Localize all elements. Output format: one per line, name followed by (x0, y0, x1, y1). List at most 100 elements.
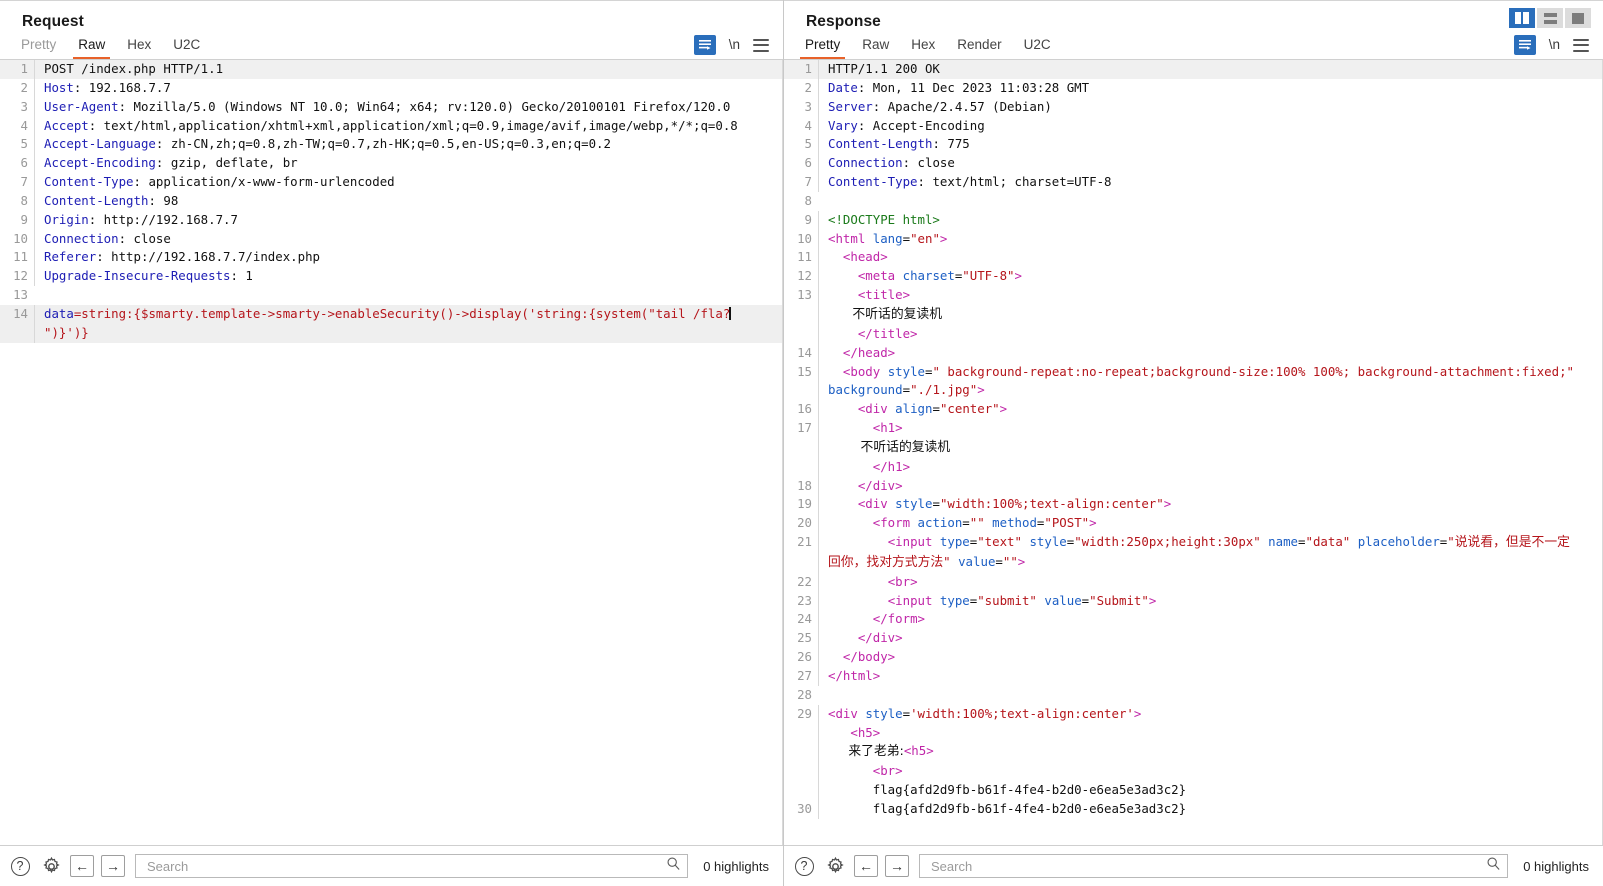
code-token: style (1021, 534, 1067, 550)
code-token: "Submit" (1089, 592, 1149, 608)
request-panel: Request Pretty Raw Hex U2C \n 1 POST /in… (0, 0, 784, 886)
response-highlight-count: 0 highlights (1523, 858, 1589, 874)
tab-request-pretty[interactable]: Pretty (10, 35, 67, 59)
word-wrap-icon[interactable] (1513, 35, 1536, 55)
code-token: </head> (828, 344, 896, 360)
code-token: Content-Length (828, 136, 933, 152)
code-line: 10 <html lang="en"> (784, 229, 1602, 249)
hamburger-menu-icon[interactable] (1573, 38, 1589, 52)
newline-toggle[interactable]: \n (1549, 38, 1560, 52)
code-token: charset (902, 268, 955, 284)
code-token: flag{afd2d9fb-b61f-4fe4-b2d0-e6ea5e3ad3c… (828, 782, 1187, 798)
hamburger-menu-icon[interactable] (753, 38, 769, 52)
code-token: " (943, 553, 951, 569)
code-token: ")}')} (44, 324, 89, 340)
code-line-content: <html lang="en"> (818, 229, 1580, 249)
code-line-content: HTTP/1.1 200 OK (818, 60, 1580, 79)
tab-response-pretty[interactable]: Pretty (794, 35, 851, 59)
tab-request-hex[interactable]: Hex (116, 35, 162, 59)
code-token: = (902, 230, 911, 246)
request-search-input[interactable] (145, 857, 667, 875)
code-line: 3 Server: Apache/2.4.57 (Debian) (784, 97, 1602, 117)
code-token: "submit" (977, 592, 1037, 608)
tab-response-hex[interactable]: Hex (900, 35, 946, 59)
tab-response-raw[interactable]: Raw (851, 35, 900, 59)
layout-single-button[interactable] (1565, 8, 1591, 28)
code-token: name (1260, 534, 1299, 550)
code-token: Connection (828, 155, 903, 171)
request-editor[interactable]: 1 POST /index.php HTTP/1.1 2 Host: 192.168.… (0, 60, 783, 845)
request-search-box[interactable] (135, 854, 689, 878)
line-number: 17 (797, 420, 812, 436)
code-token: = (932, 496, 940, 512)
code-token: "text" (977, 534, 1022, 550)
code-line-content: </head> (818, 343, 1580, 363)
code-token: > (1148, 592, 1157, 608)
line-number: 8 (804, 192, 812, 208)
help-icon[interactable]: ? (792, 854, 816, 878)
code-line-content: 不听话的复读机 (818, 437, 1580, 458)
code-line-content: Date: Mon, 11 Dec 2023 11:03:28 GMT (818, 78, 1580, 98)
gear-icon[interactable] (823, 854, 847, 878)
request-code: 1 POST /index.php HTTP/1.1 2 Host: 192.168.… (0, 60, 782, 343)
code-line: <h5> (784, 723, 1602, 743)
code-line: 6 Connection: close (784, 154, 1602, 174)
code-token: > (977, 382, 985, 398)
magnifier-icon[interactable] (666, 856, 681, 876)
code-line-content: </title> (818, 324, 1580, 344)
code-token: <div (828, 705, 866, 721)
code-line: 24 </form> (784, 610, 1602, 630)
line-number: 16 (797, 401, 812, 417)
code-token: Host (44, 79, 74, 95)
line-number: 6 (20, 155, 28, 171)
search-forward-button[interactable]: → (885, 855, 909, 877)
magnifier-icon[interactable] (1486, 856, 1501, 876)
response-search-input[interactable] (929, 857, 1487, 875)
newline-toggle[interactable]: \n (729, 38, 740, 52)
line-number: 11 (13, 249, 28, 265)
code-line-content: POST /index.php HTTP/1.1 (34, 60, 774, 79)
tab-request-raw[interactable]: Raw (67, 35, 116, 59)
code-token: method (984, 515, 1037, 531)
code-line: 5 Accept-Language: zh-CN,zh;q=0.8,zh-TW;q… (0, 135, 782, 155)
code-line: 10 Connection: close (0, 229, 782, 249)
response-editor[interactable]: 1 HTTP/1.1 200 OK 2 Date: Mon, 11 Dec 2023 … (784, 60, 1603, 845)
search-forward-button[interactable]: → (101, 855, 125, 877)
code-line-content: <div align="center"> (818, 400, 1580, 420)
response-search-box[interactable] (919, 854, 1509, 878)
code-token: 来了老弟: (828, 744, 904, 760)
code-token: style (887, 363, 925, 379)
code-line: 7 Content-Type: application/x-www-form-ur… (0, 173, 782, 192)
code-token: <br> (828, 763, 903, 779)
code-line-content: </div> (818, 629, 1580, 649)
line-number: 12 (13, 268, 28, 284)
tab-response-u2c[interactable]: U2C (1013, 35, 1062, 59)
code-line: 8 Content-Length: 98 (0, 191, 782, 211)
code-token: </body> (828, 649, 896, 665)
gear-icon[interactable] (39, 854, 63, 878)
code-line: 13 <title> (784, 286, 1602, 305)
help-icon[interactable]: ? (8, 854, 32, 878)
word-wrap-icon[interactable] (693, 35, 716, 55)
code-token: <body (828, 363, 888, 379)
layout-stacked-button[interactable] (1537, 8, 1563, 28)
code-token: value (1036, 592, 1082, 608)
line-number: 7 (804, 174, 812, 190)
code-token: " (1447, 534, 1455, 550)
code-line: 13 (0, 286, 782, 305)
search-back-button[interactable]: ← (854, 855, 878, 877)
tab-request-u2c[interactable]: U2C (162, 35, 211, 59)
request-highlight-count: 0 highlights (703, 858, 769, 874)
line-number: 2 (20, 79, 28, 95)
code-line: 4 Vary: Accept-Encoding (784, 116, 1602, 136)
tab-response-render[interactable]: Render (946, 35, 1012, 59)
code-token: > (1017, 553, 1026, 569)
code-line-content: <meta charset="UTF-8"> (818, 267, 1580, 287)
code-token: Server (828, 98, 873, 114)
search-back-button[interactable]: ← (70, 855, 94, 877)
layout-side-by-side-button[interactable] (1509, 8, 1535, 28)
code-token: : 775 (932, 136, 970, 152)
code-token: </div> (828, 477, 903, 493)
code-line-content: <head> (818, 248, 1580, 268)
code-line: 2 Host: 192.168.7.7 (0, 78, 782, 98)
